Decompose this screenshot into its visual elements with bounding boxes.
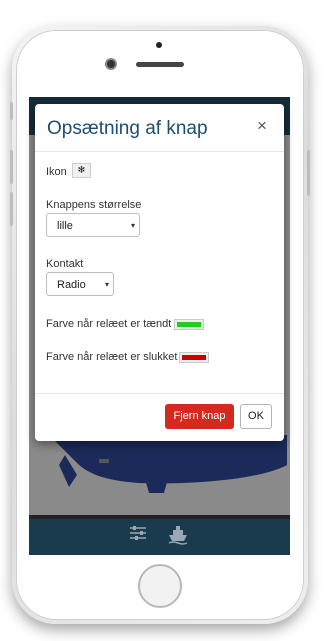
sliders-icon[interactable] — [127, 525, 149, 547]
power-button — [307, 150, 310, 196]
mute-switch — [10, 102, 13, 120]
home-button[interactable] — [138, 564, 182, 608]
icon-label: Ikon — [46, 166, 67, 178]
size-select[interactable]: lille ▾ — [46, 213, 140, 237]
snowflake-icon[interactable]: ❄ — [72, 163, 91, 178]
front-camera-icon — [107, 60, 115, 68]
contact-label: Kontakt — [46, 258, 84, 270]
size-select-value: lille — [57, 220, 73, 232]
remove-button[interactable]: Fjern knap — [165, 404, 234, 429]
color-off-picker[interactable] — [179, 352, 209, 363]
size-label: Knappens størrelse — [46, 199, 142, 211]
chevron-down-icon: ▾ — [104, 280, 109, 289]
color-off-label: Farve når relæet er slukket — [46, 351, 178, 363]
boat-rudder — [144, 475, 169, 493]
ship-icon[interactable] — [167, 525, 189, 547]
volume-up-button — [10, 150, 13, 184]
dialog-title: Opsætning af knap — [47, 118, 208, 139]
contact-select-value: Radio — [57, 279, 86, 291]
top-sensor-icon — [156, 42, 162, 48]
button-setup-dialog: Opsætning af knap × Ikon ❄ Knappens stør… — [35, 104, 284, 441]
footer-divider — [35, 393, 284, 394]
volume-down-button — [10, 192, 13, 226]
earpiece-speaker — [136, 62, 184, 67]
close-icon[interactable]: × — [257, 116, 267, 136]
color-on-picker[interactable] — [174, 319, 204, 330]
color-on-label: Farve når relæet er tændt — [46, 318, 172, 330]
contact-select[interactable]: Radio ▾ — [46, 272, 114, 296]
color-on-swatch — [177, 322, 201, 327]
ok-button[interactable]: OK — [240, 404, 272, 429]
header-divider — [35, 151, 284, 152]
app-footer — [29, 519, 290, 555]
hull-marker — [99, 459, 109, 463]
color-off-swatch — [182, 355, 206, 360]
chevron-down-icon: ▾ — [130, 221, 135, 230]
